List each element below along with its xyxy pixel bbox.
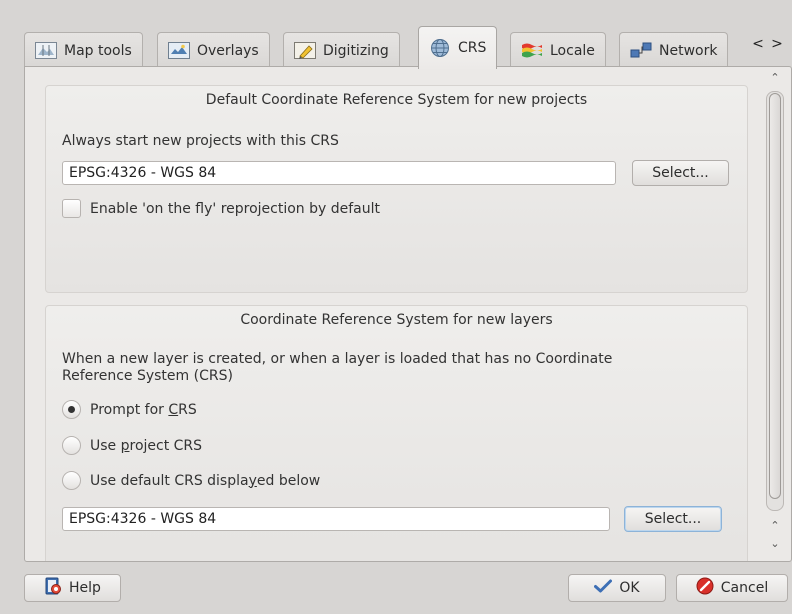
select-project-crs-button[interactable]: Select... [632,160,729,186]
radio-button[interactable] [62,471,81,490]
help-button[interactable]: Help [24,574,121,602]
tab-label: Digitizing [323,42,389,59]
tab-label: Locale [550,42,595,59]
tab-scroll-left-icon[interactable]: < [750,36,766,52]
tab-label: CRS [458,40,487,56]
new-layer-description-line1: When a new layer is created, or when a l… [62,351,613,367]
crs-tab-panel: Default Coordinate Reference System for … [24,66,792,562]
new-layer-description-line2: Reference System (CRS) [62,368,233,384]
tab-map-tools[interactable]: Map tools [24,32,143,68]
tab-label: Network [659,42,718,59]
options-tab-bar: Map tools Overlays Digitizing CRS Locale [24,26,792,69]
radio-button[interactable] [62,400,81,419]
tab-digitizing[interactable]: Digitizing [283,32,400,68]
always-start-label: Always start new projects with this CRS [62,133,339,149]
otf-reprojection-checkbox[interactable]: Enable 'on the fly' reprojection by defa… [62,199,380,218]
ok-button[interactable]: OK [568,574,666,602]
use-default-crs-radio[interactable]: Use default CRS displayed below [62,471,320,490]
locale-flag-icon [521,42,543,60]
default-project-crs-field[interactable]: EPSG:4326 - WGS 84 [62,161,616,185]
button-label: Select... [652,165,709,181]
map-tools-icon [35,42,57,60]
tab-scroll-right-icon[interactable]: > [769,36,785,52]
button-label: Cancel [720,580,769,596]
tab-crs[interactable]: CRS [418,26,498,69]
cancel-icon [696,577,714,599]
groupbox-title: Coordinate Reference System for new laye… [240,312,553,328]
groupbox-title: Default Coordinate Reference System for … [205,92,588,108]
tab-label: Map tools [64,42,132,59]
scroll-track[interactable] [766,91,784,511]
tab-label: Overlays [197,42,259,59]
options-dialog: Map tools Overlays Digitizing CRS Locale [0,0,792,614]
radio-label: Use project CRS [90,437,203,454]
tab-locale[interactable]: Locale [510,32,606,68]
scroll-thumb[interactable] [769,93,781,499]
help-icon [44,577,62,599]
button-label: Help [69,580,101,596]
default-crs-groupbox: Default Coordinate Reference System for … [45,85,748,293]
tab-overlays[interactable]: Overlays [157,32,270,68]
radio-label: Prompt for CRS [90,401,197,418]
checkbox-label: Enable 'on the fly' reprojection by defa… [90,200,381,217]
globe-icon [429,39,451,57]
checkmark-icon [594,579,613,597]
vertical-scrollbar[interactable]: ⌃ ⌃ ⌄ [765,71,785,559]
radio-button[interactable] [62,436,81,455]
cancel-button[interactable]: Cancel [676,574,788,602]
network-icon [630,42,652,60]
radio-label: Use default CRS displayed below [90,472,321,489]
tab-network[interactable]: Network [619,32,729,68]
button-label: OK [619,580,640,596]
radio-selected-dot [68,406,75,413]
prompt-for-crs-radio[interactable]: Prompt for CRS [62,400,197,419]
scroll-up-top-icon[interactable]: ⌃ [765,71,785,87]
digitizing-icon [294,42,316,60]
overlays-icon [168,42,190,60]
scroll-down-icon[interactable]: ⌄ [765,537,785,553]
use-project-crs-radio[interactable]: Use project CRS [62,436,202,455]
default-layer-crs-field[interactable]: EPSG:4326 - WGS 84 [62,507,610,531]
button-label: Select... [644,511,702,527]
new-layers-crs-groupbox: Coordinate Reference System for new laye… [45,305,748,561]
select-layer-crs-button[interactable]: Select... [624,506,722,532]
scroll-up-icon[interactable]: ⌃ [765,519,785,535]
checkbox-box[interactable] [62,199,81,218]
